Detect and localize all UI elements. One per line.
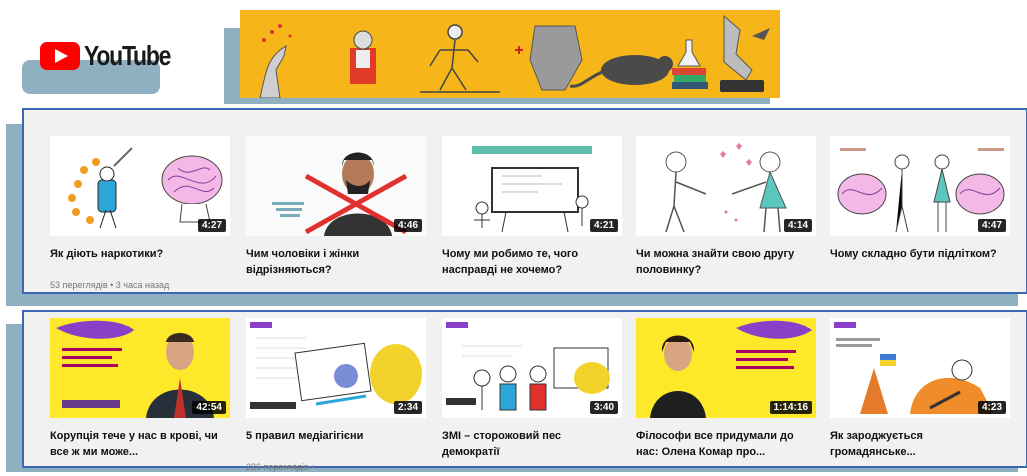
play-icon [40,42,80,70]
duration-badge: 42:54 [192,401,226,414]
duration-badge: 4:14 [783,219,812,232]
banner-art-rat [569,55,673,88]
duration-badge: 1:14:16 [769,401,812,414]
banner-art-torso [515,25,583,91]
video-card[interactable]: 42:54 Корупція тече у нас в крові, чи вс… [50,318,230,462]
video-card[interactable]: 4:23 Як зароджується громадянське... [830,318,1010,462]
video-thumbnail[interactable]: 4:21 [442,136,622,236]
video-title[interactable]: 5 правил медіагігієни [246,428,424,460]
video-thumbnail[interactable]: 4:14 [636,136,816,236]
duration-badge: 2:34 [393,401,422,414]
video-thumbnail[interactable]: 4:23 [830,318,1010,418]
video-meta: 236 переглядів • [246,462,315,472]
duration-badge: 4:46 [393,219,422,232]
video-card[interactable]: 1:14:16 Філософи все придумали до нас: О… [636,318,816,462]
thumb-art-screen [472,146,592,233]
video-thumbnail[interactable]: 4:27 [50,136,230,236]
video-title[interactable]: Чому складно бути підлітком? [830,246,1008,278]
banner-art-hand-right [720,14,770,92]
video-row-1: 4:27 Як діють наркотики? 53 переглядів •… [22,108,1027,294]
video-card[interactable]: 4:21 Чому ми робимо те, чого насправді н… [442,136,622,280]
video-meta: 53 переглядів • 3 часа назад [50,280,170,290]
video-title[interactable]: Чому ми робимо те, чого насправді не хоч… [442,246,620,278]
video-thumbnail[interactable]: 4:47 [830,136,1010,236]
video-title[interactable]: Корупція тече у нас в крові, чи все ж ми… [50,428,228,460]
video-thumbnail[interactable]: 4:46 [246,136,426,236]
channel-banner [240,10,780,98]
video-card[interactable]: 4:27 Як діють наркотики? 53 переглядів •… [50,136,230,290]
banner-art-hand [259,24,292,98]
thumb-art-smi [446,322,610,411]
thumb-art-civic [834,322,994,414]
thumb-art-drugs [68,147,223,229]
thumb-art-media [250,322,422,409]
youtube-channel-collage: YouTube 4:27 Як діють наркотики? 53 пере… [0,0,1027,476]
video-title[interactable]: Як зароджується громадянське... [830,428,1008,460]
video-title[interactable]: Філософи все придумали до нас: Олена Ком… [636,428,814,460]
video-thumbnail[interactable]: 2:34 [246,318,426,418]
video-title[interactable]: Чи можна знайти свою другу половинку? [636,246,814,278]
video-card[interactable]: 4:14 Чи можна знайти свою другу половинк… [636,136,816,280]
video-card[interactable]: 2:34 5 правил медіагігієни 236 перегляді… [246,318,426,472]
banner-art-skeleton [420,24,500,93]
video-card[interactable]: 3:40 ЗМІ – сторожовий пес демократії [442,318,622,462]
duration-badge: 4:21 [589,219,618,232]
duration-badge: 4:47 [977,219,1006,232]
duration-badge: 3:40 [589,401,618,414]
video-thumbnail[interactable]: 3:40 [442,318,622,418]
video-title[interactable]: Як діють наркотики? [50,246,228,278]
duration-badge: 4:23 [977,401,1006,414]
banner-art-books [672,39,708,89]
banner-art-figure [350,30,376,84]
video-thumbnail[interactable]: 1:14:16 [636,318,816,418]
video-title[interactable]: Чим чоловіки і жінки відрізняються? [246,246,424,278]
video-thumbnail[interactable]: 42:54 [50,318,230,418]
video-card[interactable]: 4:47 Чому складно бути підлітком? [830,136,1010,280]
video-row-2: 42:54 Корупція тече у нас в крові, чи вс… [22,310,1027,472]
thumb-art-couple [665,143,787,233]
youtube-logo[interactable]: YouTube [40,36,189,76]
duration-badge: 4:27 [197,219,226,232]
youtube-wordmark: YouTube [84,40,171,71]
video-card[interactable]: 4:46 Чим чоловіки і жінки відрізняються? [246,136,426,280]
video-title[interactable]: ЗМІ – сторожовий пес демократії [442,428,620,460]
